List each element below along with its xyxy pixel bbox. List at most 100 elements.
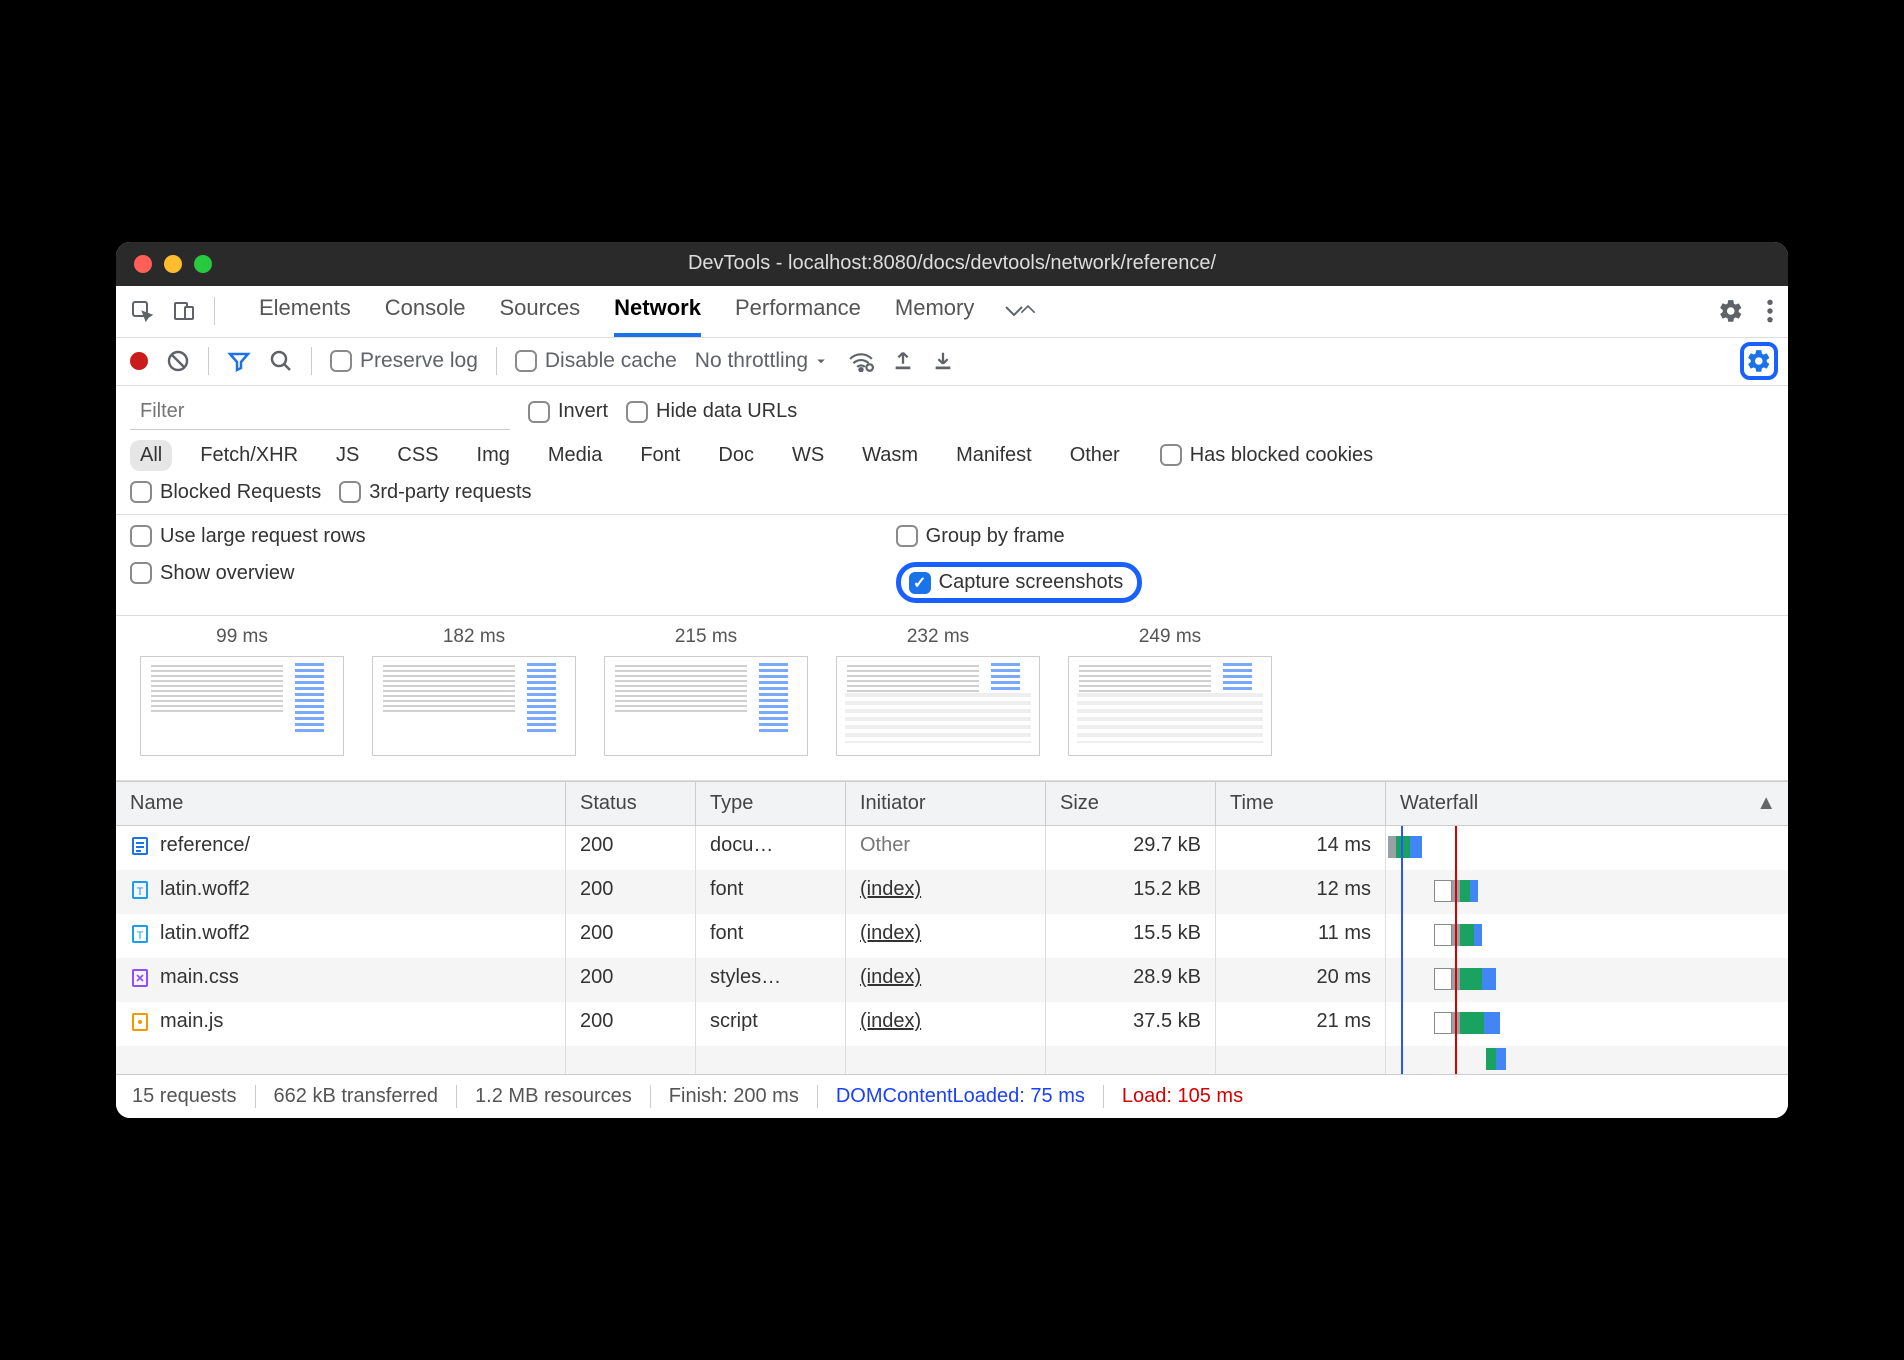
inspect-icon[interactable] [130, 299, 154, 323]
type-filter-wasm[interactable]: Wasm [852, 440, 928, 471]
traffic-lights [116, 255, 230, 273]
request-name: reference/ [160, 834, 250, 857]
maximize-window-button[interactable] [194, 255, 212, 273]
sort-indicator-icon: ▲ [1756, 792, 1776, 815]
status-transferred: 662 kB transferred [256, 1085, 458, 1108]
table-body: reference/200docu…Other29.7 kB14 msTlati… [116, 826, 1788, 1074]
request-name: latin.woff2 [160, 922, 250, 945]
column-status[interactable]: Status [566, 782, 696, 825]
table-row[interactable]: main.js200script(index)37.5 kB21 ms [116, 1002, 1788, 1046]
cell-time: 11 ms [1216, 914, 1386, 958]
tab-elements[interactable]: Elements [259, 285, 351, 337]
filmstrip-timestamp: 232 ms [907, 626, 969, 648]
filter-icon[interactable] [227, 349, 251, 373]
cell-initiator: (index) [846, 870, 1046, 914]
cell-size: 15.5 kB [1046, 914, 1216, 958]
filmstrip-timestamp: 182 ms [443, 626, 505, 648]
minimize-window-button[interactable] [164, 255, 182, 273]
preserve-log-checkbox[interactable]: Preserve log [330, 349, 478, 373]
cell-time: 21 ms [1216, 1002, 1386, 1046]
status-resources: 1.2 MB resources [457, 1085, 651, 1108]
type-filter-manifest[interactable]: Manifest [946, 440, 1042, 471]
clear-icon[interactable] [166, 349, 190, 373]
kebab-menu-icon[interactable] [1766, 298, 1774, 324]
third-party-checkbox[interactable]: 3rd-party requests [339, 481, 531, 504]
type-filter-font[interactable]: Font [630, 440, 690, 471]
record-button[interactable] [130, 352, 148, 370]
type-filter-img[interactable]: Img [467, 440, 520, 471]
column-waterfall[interactable]: Waterfall▲ [1386, 782, 1788, 825]
capture-screenshots-highlighted: Capture screenshots [896, 562, 1143, 604]
network-conditions-icon[interactable] [848, 350, 874, 372]
table-row[interactable]: reference/200docu…Other29.7 kB14 ms [116, 826, 1788, 870]
cell-status: 200 [566, 958, 696, 1002]
settings-icon[interactable] [1718, 298, 1744, 324]
initiator-link[interactable]: (index) [860, 878, 921, 900]
search-icon[interactable] [269, 349, 293, 373]
filmstrip-frame[interactable]: 215 ms [604, 626, 808, 756]
initiator-link[interactable]: (index) [860, 966, 921, 988]
initiator-link[interactable]: (index) [860, 922, 921, 944]
export-har-icon[interactable] [932, 350, 954, 372]
invert-checkbox[interactable]: Invert [528, 400, 608, 423]
cell-initiator: Other [846, 826, 1046, 870]
initiator-link[interactable]: (index) [860, 1010, 921, 1032]
hide-data-urls-checkbox[interactable]: Hide data URLs [626, 400, 797, 423]
show-overview-checkbox[interactable]: Show overview [130, 562, 366, 585]
capture-screenshots-checkbox[interactable]: Capture screenshots [909, 571, 1124, 594]
column-size[interactable]: Size [1046, 782, 1216, 825]
type-filter-media[interactable]: Media [538, 440, 612, 471]
table-row[interactable]: Tlatin.woff2200font(index)15.2 kB12 ms [116, 870, 1788, 914]
panel-tabs: Elements Console Sources Network Performance… [259, 285, 974, 337]
column-name[interactable]: Name [116, 782, 566, 825]
type-filter-fetch-xhr[interactable]: Fetch/XHR [190, 440, 308, 471]
tab-console[interactable]: Console [385, 285, 466, 337]
type-filter-doc[interactable]: Doc [708, 440, 764, 471]
has-blocked-cookies-checkbox[interactable]: Has blocked cookies [1160, 444, 1373, 467]
cell-waterfall [1386, 870, 1788, 914]
group-by-frame-checkbox[interactable]: Group by frame [896, 525, 1143, 548]
device-toggle-icon[interactable] [172, 299, 196, 323]
close-window-button[interactable] [134, 255, 152, 273]
status-dcl: DOMContentLoaded: 75 ms [818, 1085, 1104, 1108]
blocked-requests-checkbox[interactable]: Blocked Requests [130, 481, 321, 504]
filmstrip-frame[interactable]: 99 ms [140, 626, 344, 756]
throttling-select[interactable]: No throttling [695, 349, 830, 373]
type-filter-ws[interactable]: WS [782, 440, 834, 471]
separator [214, 297, 215, 325]
status-finish: Finish: 200 ms [651, 1085, 818, 1108]
table-row[interactable]: main.css200styles…(index)28.9 kB20 ms [116, 958, 1788, 1002]
tab-memory[interactable]: Memory [895, 285, 974, 337]
type-filter-js[interactable]: JS [326, 440, 369, 471]
tab-performance[interactable]: Performance [735, 285, 861, 337]
tab-sources[interactable]: Sources [499, 285, 580, 337]
load-marker-line [1455, 826, 1457, 1074]
network-settings-button-highlighted[interactable] [1740, 342, 1778, 380]
cell-status: 200 [566, 826, 696, 870]
type-filter-other[interactable]: Other [1060, 440, 1130, 471]
cell-type: script [696, 1002, 846, 1046]
requests-table: NameStatusTypeInitiatorSizeTimeWaterfall… [116, 781, 1788, 1074]
type-filter-css[interactable]: CSS [387, 440, 448, 471]
cell-waterfall [1386, 826, 1788, 870]
filmstrip-frame[interactable]: 182 ms [372, 626, 576, 756]
column-type[interactable]: Type [696, 782, 846, 825]
table-row[interactable]: Tlatin.woff2200font(index)15.5 kB11 ms [116, 914, 1788, 958]
more-tabs-icon[interactable] [1002, 303, 1038, 319]
cell-type: font [696, 870, 846, 914]
type-filter-all[interactable]: All [130, 440, 172, 471]
column-time[interactable]: Time [1216, 782, 1386, 825]
large-rows-checkbox[interactable]: Use large request rows [130, 525, 366, 548]
filter-input[interactable] [130, 394, 510, 430]
filmstrip-frame[interactable]: 232 ms [836, 626, 1040, 756]
cell-initiator: (index) [846, 958, 1046, 1002]
filmstrip-timestamp: 249 ms [1139, 626, 1201, 648]
filmstrip-thumbnail [1068, 656, 1272, 756]
disable-cache-checkbox[interactable]: Disable cache [515, 349, 677, 373]
filmstrip-frame[interactable]: 249 ms [1068, 626, 1272, 756]
tab-network[interactable]: Network [614, 285, 701, 337]
network-toolbar: Preserve log Disable cache No throttling [116, 338, 1788, 386]
column-initiator[interactable]: Initiator [846, 782, 1046, 825]
filmstrip-thumbnail [604, 656, 808, 756]
import-har-icon[interactable] [892, 350, 914, 372]
